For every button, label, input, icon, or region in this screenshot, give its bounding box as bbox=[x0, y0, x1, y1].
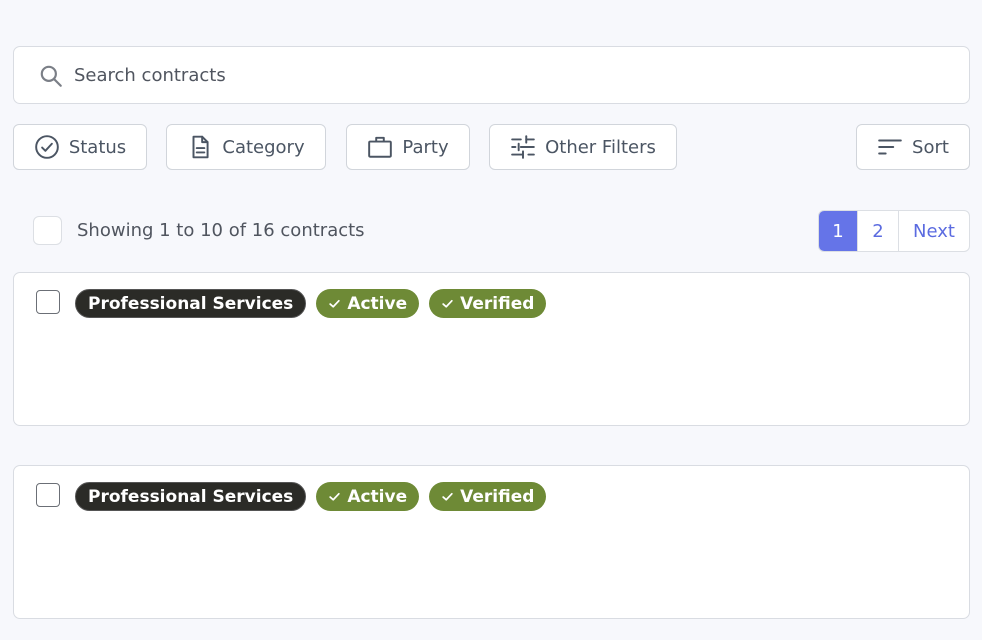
party-filter-button[interactable]: Party bbox=[346, 124, 470, 170]
category-filter-label: Category bbox=[222, 136, 305, 158]
select-all-checkbox[interactable] bbox=[33, 216, 62, 245]
verified-badge: Verified bbox=[429, 289, 547, 318]
sort-button[interactable]: Sort bbox=[856, 124, 970, 170]
status-badge-label: Active bbox=[347, 486, 408, 507]
page-2-button[interactable]: 2 bbox=[857, 211, 898, 251]
contract-checkbox[interactable] bbox=[36, 290, 60, 314]
search-input[interactable] bbox=[74, 47, 954, 103]
other-filters-button[interactable]: Other Filters bbox=[489, 124, 677, 170]
sort-label: Sort bbox=[912, 136, 949, 158]
verified-badge-label: Verified bbox=[460, 486, 535, 507]
results-count: Showing 1 to 10 of 16 contracts bbox=[77, 220, 365, 241]
page-1-button[interactable]: 1 bbox=[819, 211, 857, 251]
status-badge-label: Active bbox=[347, 293, 408, 314]
party-filter-label: Party bbox=[402, 136, 449, 158]
check-circle-icon bbox=[35, 135, 59, 159]
verified-badge: Verified bbox=[429, 482, 547, 511]
check-icon bbox=[442, 492, 453, 501]
category-badge: Professional Services bbox=[75, 482, 307, 511]
sort-lines-icon bbox=[878, 139, 902, 155]
document-icon bbox=[192, 135, 209, 159]
status-badge: Active bbox=[316, 482, 420, 511]
search-bar[interactable] bbox=[13, 46, 970, 104]
category-badge: Professional Services bbox=[75, 289, 307, 318]
pagination: 1 2 Next bbox=[818, 210, 970, 252]
sliders-icon bbox=[511, 135, 535, 159]
contracts-page: Status Category Party Other Filters bbox=[0, 0, 982, 640]
contract-badges: Professional Services Active Verified bbox=[75, 289, 547, 318]
status-filter-label: Status bbox=[68, 136, 127, 158]
briefcase-icon bbox=[368, 136, 393, 158]
other-filters-label: Other Filters bbox=[545, 136, 656, 158]
contract-checkbox[interactable] bbox=[36, 483, 60, 507]
status-filter-button[interactable]: Status bbox=[13, 124, 147, 170]
check-icon bbox=[329, 299, 341, 308]
search-icon bbox=[40, 65, 62, 87]
contract-card[interactable]: Professional Services Active Verified bbox=[13, 465, 970, 619]
contract-badges: Professional Services Active Verified bbox=[75, 482, 547, 511]
status-badge: Active bbox=[316, 289, 420, 318]
verified-badge-label: Verified bbox=[460, 293, 535, 314]
check-icon bbox=[442, 299, 453, 308]
category-filter-button[interactable]: Category bbox=[166, 124, 326, 170]
contract-card[interactable]: Professional Services Active Verified bbox=[13, 272, 970, 426]
next-page-button[interactable]: Next bbox=[898, 211, 969, 251]
check-icon bbox=[329, 492, 341, 501]
